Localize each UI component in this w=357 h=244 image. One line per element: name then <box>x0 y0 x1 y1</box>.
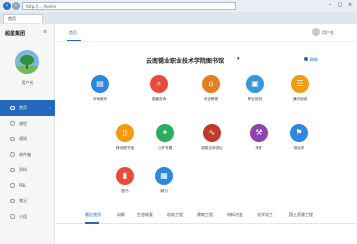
avatar[interactable] <box>15 50 39 74</box>
top-bar: 首页 用户名 <box>55 24 357 42</box>
tile-label: 安全教育 <box>203 97 219 101</box>
topic-icon: ✦ <box>156 124 174 142</box>
survey-icon: ⚑ <box>290 124 308 142</box>
browser-chrome: ‹ › http://... /home – □ × 首页 <box>0 0 357 24</box>
reading-icon: ☰ <box>291 75 309 93</box>
user-avatar[interactable] <box>312 28 320 36</box>
chevron-right-icon: › <box>49 105 51 110</box>
sidebar-item-materials[interactable]: 资料 <box>0 162 55 178</box>
search-icon: ⌕ <box>150 75 168 93</box>
house-icon: ⌂ <box>202 75 220 93</box>
address-bar[interactable]: http://... /home <box>22 2 236 10</box>
notes-icon <box>10 198 15 203</box>
tree-avatar-icon <box>15 55 39 74</box>
menu-icon[interactable]: ≡ <box>43 29 49 35</box>
sidebar-item-label: 通知 <box>19 136 27 141</box>
tile-label: 公开专题 <box>157 146 173 150</box>
refresh-link[interactable]: 刷新 <box>310 57 318 63</box>
tile-label: 期刊 <box>160 189 168 193</box>
brand-name: 超星集团 <box>5 31 26 37</box>
sidebar-item-courses[interactable]: 课程 <box>0 116 55 132</box>
tile-mobile-library[interactable]: ▯ 移动图书馆 <box>110 124 140 154</box>
inbox-icon <box>10 152 15 157</box>
sidebar-item-label: 小组 <box>19 213 27 219</box>
user-name[interactable]: 用户名 <box>322 30 334 36</box>
category-tabs: 最近使用 训练 生态恢复 机电工程 建筑工程 材料冶金 化学化工 国土资源工程 <box>55 208 357 224</box>
address-row: ‹ › http://... /home – □ × <box>0 0 357 12</box>
minimize-icon[interactable]: – <box>326 2 334 9</box>
sidebar-username: 用户名 <box>21 80 34 85</box>
tile-label: 测绘学 <box>293 146 305 150</box>
materials-icon <box>10 167 15 172</box>
refresh-icon[interactable] <box>304 57 308 61</box>
tile-journals[interactable]: ▦ 期刊 <box>149 167 179 197</box>
sidebar-item-label: 首页 <box>19 105 27 110</box>
sidebar-item-label: 课程 <box>19 120 27 126</box>
briefcase-icon: ▣ <box>246 75 264 93</box>
tile-general-reading[interactable]: ☰ 通识阅读 <box>285 75 315 105</box>
library-book-icon: ▮ <box>116 167 134 185</box>
sidebar-item-groups[interactable]: 小组 <box>0 209 55 225</box>
sidebar-item-label: PBL <box>19 182 27 188</box>
tab-recent[interactable]: 最近使用 <box>85 212 101 218</box>
tab-building-engineering[interactable]: 建筑工程 <box>197 212 213 218</box>
close-icon[interactable]: × <box>346 2 354 9</box>
sidebar-item-label: 资料 <box>19 167 27 172</box>
sidebar-item-notes[interactable]: 笔记 <box>0 193 55 209</box>
home-link[interactable]: 首页 <box>69 30 77 36</box>
mining-icon: ⚒ <box>250 124 268 142</box>
mobile-icon: ▯ <box>116 124 134 142</box>
forward-icon[interactable]: › <box>12 2 20 10</box>
sidebar-item-home[interactable]: 首页 › <box>0 100 55 116</box>
tab-row: 首页 <box>0 12 357 24</box>
tile-label: 本地服务 <box>92 97 108 101</box>
tile-famous-lectures[interactable]: ∿ 超星名师讲坛 <box>197 124 227 154</box>
tab-active-underline <box>85 222 99 224</box>
tab-ecological-restoration[interactable]: 生态恢复 <box>137 212 153 218</box>
tab-land-resources[interactable]: 国土资源工程 <box>289 212 313 218</box>
tile-safety-education[interactable]: ⌂ 安全教育 <box>196 75 226 105</box>
home-underline <box>67 40 81 41</box>
sidebar-item-notices[interactable]: 通知 <box>0 131 55 147</box>
sidebar-item-label: 收件箱 <box>19 151 31 157</box>
course-icon <box>10 121 15 126</box>
tile-books[interactable]: ▮ 图书 <box>110 167 140 197</box>
tab-chemical-engineering[interactable]: 化学化工 <box>257 212 273 218</box>
tab-mechanical-engineering[interactable]: 机电工程 <box>167 212 183 218</box>
maximize-icon[interactable]: □ <box>336 2 344 9</box>
tab-materials-metallurgy[interactable]: 材料冶金 <box>227 212 243 218</box>
pbl-icon <box>10 183 15 188</box>
tile-label: 采矿 <box>255 146 263 150</box>
group-icon <box>10 214 15 219</box>
sidebar-item-inbox[interactable]: 收件箱 <box>0 147 55 163</box>
tile-label: 图书 <box>121 189 129 193</box>
tile-label: 通识阅读 <box>292 97 308 101</box>
sidebar-item-label: 笔记 <box>19 198 27 203</box>
tile-label: 超星名师讲坛 <box>201 146 223 150</box>
tile-label: 职业规划 <box>247 97 263 101</box>
home-icon <box>10 105 15 110</box>
tile-label: 馆藏查询 <box>151 97 167 101</box>
notice-icon <box>10 136 15 141</box>
sidebar-item-pbl[interactable]: PBL <box>0 178 55 194</box>
tile-open-topics[interactable]: ✦ 公开专题 <box>150 124 180 154</box>
sidebar-menu: 首页 › 课程 通知 收件箱 资料 PBL 笔记 小组 <box>0 100 55 224</box>
tab-training[interactable]: 训练 <box>117 212 125 218</box>
tile-local-service[interactable]: ▤ 本地服务 <box>85 75 115 105</box>
chevron-down-icon[interactable]: ▾ <box>237 56 240 62</box>
sidebar: 超星集团 ≡ 用户名 首页 › 课程 通知 收件箱 资料 PBL 笔记 小组 <box>0 24 55 244</box>
tile-career-planning[interactable]: ▣ 职业规划 <box>240 75 270 105</box>
library-title[interactable]: 云南锡业职业技术学院图书馆 <box>146 56 224 65</box>
journal-icon: ▦ <box>155 167 173 185</box>
tile-surveying[interactable]: ⚑ 测绘学 <box>284 124 314 154</box>
book-icon: ▤ <box>91 75 109 93</box>
tile-mining[interactable]: ⚒ 采矿 <box>244 124 274 154</box>
lecture-icon: ∿ <box>203 124 221 142</box>
tile-collection-search[interactable]: ⌕ 馆藏查询 <box>144 75 174 105</box>
back-icon[interactable]: ‹ <box>3 2 11 10</box>
browser-tab[interactable]: 首页 <box>3 14 43 23</box>
tile-label: 移动图书馆 <box>116 146 134 150</box>
